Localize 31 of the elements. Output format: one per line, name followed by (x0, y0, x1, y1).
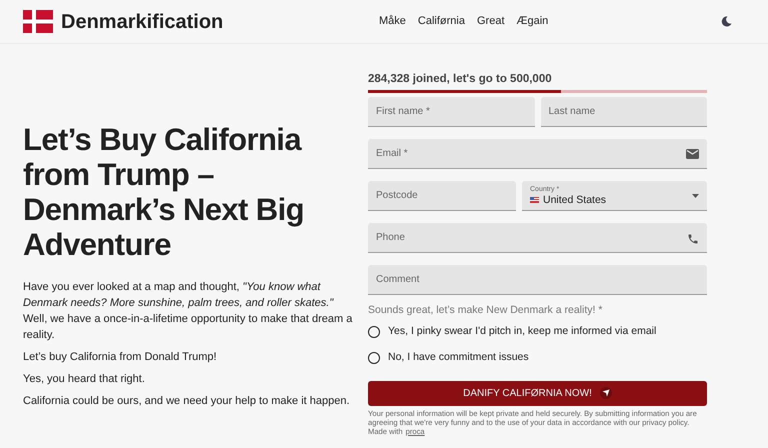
input-field[interactable]: First name * (368, 97, 534, 128)
option-label[interactable]: Yes, I pinky swear I'd pitch in, keep me informed via email (388, 324, 656, 340)
brand-name[interactable]: Denmarkification (61, 6, 224, 36)
moon-icon[interactable] (721, 16, 732, 27)
progress-text: 284,328 joined, let's go to 500,000 (368, 72, 553, 87)
nav-link[interactable]: Måke (379, 13, 406, 30)
input-field[interactable]: Phone (368, 223, 707, 254)
phone-icon (687, 233, 699, 246)
input-field[interactable]: Last name (540, 97, 707, 128)
envelope-icon (686, 149, 699, 160)
nav-link[interactable]: Califørnia (418, 13, 465, 30)
paragraph: Let’s buy California from Donald Trump! (23, 350, 218, 365)
input-field[interactable]: Comment (368, 265, 707, 296)
paragraph: California could be ours, and we need your help to make it happen. (23, 394, 351, 409)
radio-button[interactable] (368, 326, 380, 338)
paragraph: Have you ever looked at a map and thought, "You know what Denmark needs? More sunshine, palm trees, and roller skates." Well, we have a once-in-a-lifetime opportunity to make that dream a reality. (23, 280, 354, 343)
input-field[interactable]: Postcode (368, 181, 516, 212)
submit-button[interactable]: DANIFY CALIFØRNIA NOW! (368, 380, 707, 406)
input-field[interactable]: Email * (368, 139, 707, 170)
consent-question: Sounds great, let’s make New Denmark a reality! * (368, 303, 604, 318)
option-label[interactable]: No, I have commitment issues (388, 350, 529, 366)
nav-link[interactable]: Ægain (516, 13, 548, 30)
nav-link[interactable]: Great (476, 13, 504, 30)
radio-button[interactable] (368, 352, 380, 364)
dropdown-caret-icon (692, 194, 699, 198)
flag-icon (23, 10, 53, 33)
paragraph: Yes, you heard that right. (23, 372, 146, 387)
send-icon (600, 387, 612, 399)
flag-icon (530, 197, 539, 204)
select-value: United States (543, 194, 606, 207)
hero-title: Let’s Buy California from Trump – Denmark’s Next Big Adventure (23, 122, 305, 262)
